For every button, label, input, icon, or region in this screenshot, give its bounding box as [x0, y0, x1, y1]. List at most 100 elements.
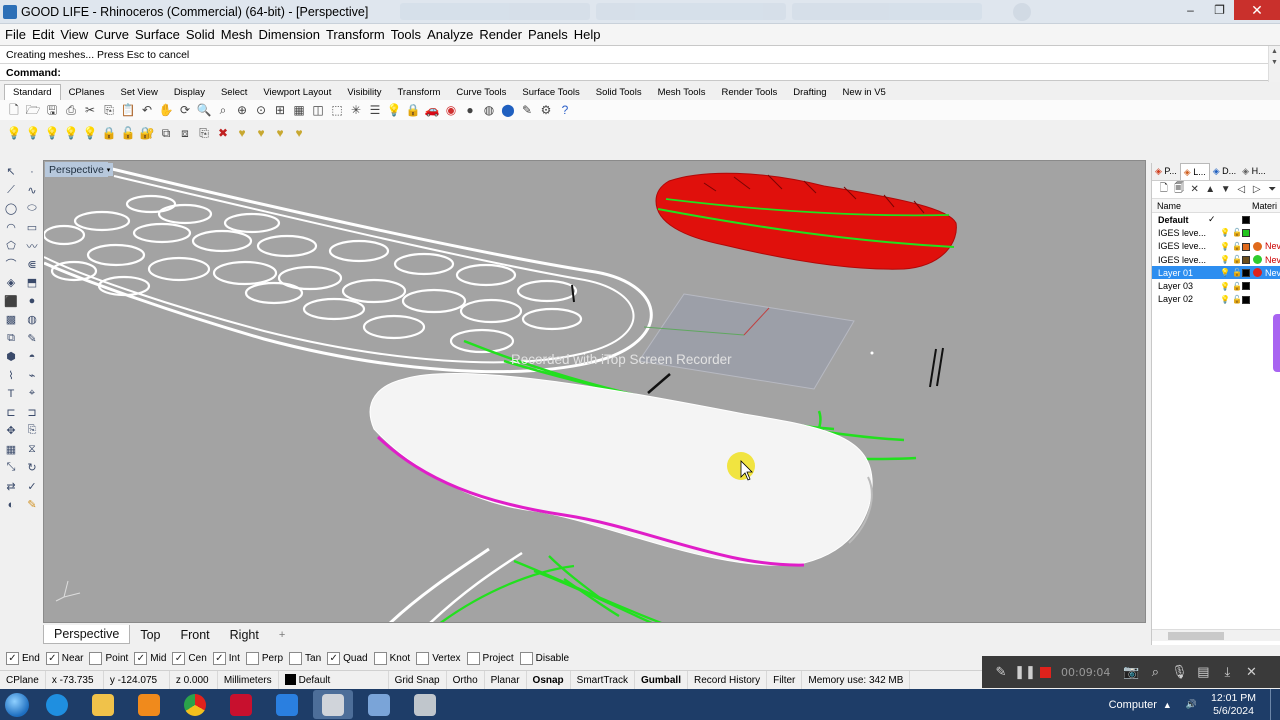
toolbar-tab-surface-tools[interactable]: Surface Tools: [514, 85, 587, 100]
layer-lock-icon[interactable]: 🔓: [1232, 242, 1242, 251]
layer-all-on-icon[interactable]: 💡: [82, 125, 98, 141]
lights-icon[interactable]: ◓: [23, 348, 41, 365]
osnap-end-checkbox[interactable]: ✓: [6, 652, 19, 665]
open-file-icon[interactable]: 🗁: [25, 102, 41, 118]
curve-icon[interactable]: ∿: [23, 182, 41, 199]
osnap-cen[interactable]: ✓ Cen: [172, 652, 207, 665]
layer-row[interactable]: IGES leve... 💡 🔓: [1152, 226, 1280, 239]
current-layer-pane[interactable]: Default: [279, 670, 389, 690]
menu-view[interactable]: View: [60, 27, 93, 42]
pan-icon[interactable]: ✋: [158, 102, 174, 118]
layer-material-icon[interactable]: [1253, 254, 1262, 264]
volume-icon[interactable]: 🔊: [1186, 699, 1197, 710]
restore-icon[interactable]: ❐: [1205, 0, 1234, 20]
taskbar-button[interactable]: [267, 690, 307, 719]
new-sublayer-icon[interactable]: 🗐: [1172, 181, 1188, 198]
show-desktop-button[interactable]: [1270, 689, 1280, 720]
car-icon[interactable]: 🚗: [424, 102, 440, 118]
record-history-toggle[interactable]: Record History: [688, 670, 768, 690]
unlock-object-icon[interactable]: 🔓: [120, 125, 136, 141]
material-column-header[interactable]: Materi: [1252, 201, 1277, 211]
stop-icon[interactable]: [1040, 666, 1051, 678]
shaded-sphere-icon[interactable]: ●: [462, 102, 478, 118]
osnap-tan-checkbox[interactable]: [289, 652, 303, 665]
menu-tools[interactable]: Tools: [391, 27, 426, 42]
menu-render[interactable]: Render: [479, 27, 527, 42]
taskbar-button[interactable]: [359, 690, 399, 719]
layer-visibility-icon[interactable]: 💡: [1220, 255, 1230, 264]
split-icon[interactable]: ⌇: [2, 367, 20, 384]
taskbar-button[interactable]: [221, 690, 261, 719]
layer-row[interactable]: Layer 01 💡 🔓 Nev: [1152, 266, 1280, 280]
freeform-icon[interactable]: 〰: [23, 237, 41, 254]
taskbar-button[interactable]: [83, 690, 123, 719]
lock-object-icon[interactable]: 🔒: [101, 125, 117, 141]
layer-color-swatch[interactable]: [1242, 229, 1250, 238]
menu-surface[interactable]: Surface: [135, 27, 185, 42]
layer-visibility-icon[interactable]: 💡: [1220, 295, 1230, 304]
move-layer-up-icon[interactable]: ▲: [1203, 184, 1219, 195]
light-icon[interactable]: 💡: [386, 102, 402, 118]
light-show-icon[interactable]: ♥: [253, 125, 269, 141]
toolbar-tab-transform[interactable]: Transform: [389, 85, 448, 100]
new-layer-icon[interactable]: 🗋: [1156, 181, 1172, 198]
layer-color-swatch[interactable]: [1242, 295, 1250, 304]
delete-layer-icon[interactable]: ✕: [1187, 184, 1203, 195]
array-icon[interactable]: ▦: [2, 441, 20, 458]
zoom-extents-icon[interactable]: ⊕: [234, 102, 250, 118]
toolbar-tab-select[interactable]: Select: [213, 85, 255, 100]
menu-analyze[interactable]: Analyze: [427, 27, 478, 42]
polygon-icon[interactable]: ⬠: [2, 237, 20, 254]
layer-visibility-icon[interactable]: 💡: [1220, 282, 1230, 291]
viewport-tab-front[interactable]: Front: [170, 626, 219, 644]
layer-color-swatch[interactable]: [1242, 282, 1250, 291]
menu-edit[interactable]: Edit: [32, 27, 59, 42]
layer-color-swatch[interactable]: [1242, 269, 1250, 278]
layer-lock-icon[interactable]: 🔓: [1232, 282, 1242, 291]
toolbar-tab-set-view[interactable]: Set View: [112, 85, 165, 100]
pen-icon[interactable]: ✎: [990, 664, 1012, 680]
start-button[interactable]: [0, 689, 34, 720]
menu-transform[interactable]: Transform: [326, 27, 390, 42]
layer-isolate-icon[interactable]: 💡: [63, 125, 79, 141]
units-label[interactable]: Millimeters: [218, 670, 279, 690]
layer-row[interactable]: Layer 02 💡 🔓: [1152, 293, 1280, 306]
trim-icon[interactable]: ⌁: [23, 367, 41, 384]
minimize-icon[interactable]: –: [1176, 0, 1205, 20]
command-input[interactable]: [56, 65, 1256, 79]
ellipse-icon[interactable]: ⬭: [23, 200, 41, 217]
options-icon[interactable]: ⚙: [538, 102, 554, 118]
paste-icon[interactable]: 📋: [120, 102, 136, 118]
osnap-mid-checkbox[interactable]: ✓: [134, 652, 148, 665]
undo-icon[interactable]: ↶: [139, 102, 155, 118]
viewport-tab-right[interactable]: Right: [220, 626, 269, 644]
osnap-perp[interactable]: Perp: [245, 652, 283, 665]
toolbar-tab-display[interactable]: Display: [166, 85, 213, 100]
move-layer-in-icon[interactable]: ▷: [1249, 184, 1265, 195]
rotate-icon[interactable]: ↻: [23, 459, 41, 476]
clock[interactable]: 12:01 PM 5/6/2024: [1211, 692, 1256, 718]
toolbar-tab-new-in-v5[interactable]: New in V5: [835, 85, 894, 100]
osnap-project[interactable]: Project: [466, 652, 514, 665]
panel-tab-help-tab[interactable]: ◈ H...: [1239, 163, 1268, 180]
filter-icon[interactable]: ⏷: [1265, 184, 1280, 195]
material-icon[interactable]: ✎: [519, 102, 535, 118]
layer-visibility-icon[interactable]: 💡: [1220, 268, 1230, 277]
osnap-knot[interactable]: Knot: [373, 652, 410, 665]
toolbar-tab-standard[interactable]: Standard: [4, 84, 61, 100]
planar-toggle[interactable]: Planar: [485, 670, 527, 690]
light-isolate-icon[interactable]: ♥: [291, 125, 307, 141]
select-icon[interactable]: ⬚: [329, 102, 345, 118]
render-icon[interactable]: ⬤: [500, 102, 516, 118]
display-icon[interactable]: ▤: [1192, 664, 1214, 680]
viewport-tab-perspective[interactable]: Perspective: [43, 625, 131, 644]
zoom-selected-icon[interactable]: ⊙: [253, 102, 269, 118]
layer-visibility-icon[interactable]: 💡: [1220, 228, 1230, 237]
menu-dimension[interactable]: Dimension: [259, 27, 325, 42]
panel-tab-properties-tab[interactable]: ◈ P...: [1152, 163, 1180, 180]
computer-toolbar-label[interactable]: Computer: [1109, 699, 1157, 711]
layer-row[interactable]: IGES leve... 💡 🔓 Nev: [1152, 240, 1280, 253]
boolean-icon[interactable]: ⧉: [2, 330, 20, 347]
copy-icon[interactable]: ⎘: [101, 102, 117, 118]
layer-material-icon[interactable]: [1253, 241, 1262, 251]
